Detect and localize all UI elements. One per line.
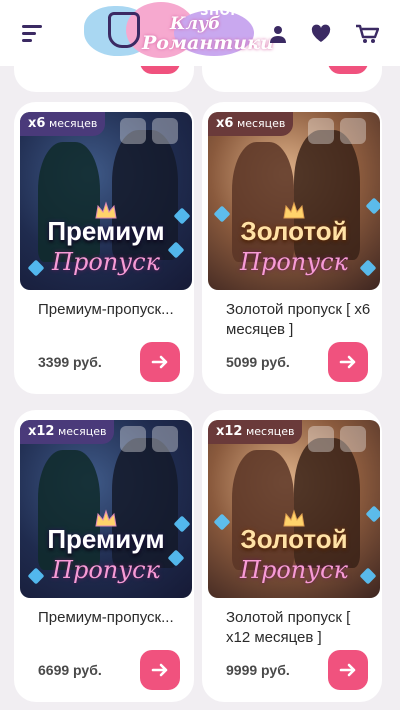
share-button[interactable]: [308, 426, 334, 452]
badge-multiplier: x12: [28, 424, 55, 439]
buy-button[interactable]: [140, 650, 180, 690]
image-subtitle: Пропуск: [52, 248, 160, 276]
product-price: 5099 руб.: [226, 354, 290, 370]
product-name[interactable]: Премиум-пропуск...: [38, 300, 186, 320]
duration-badge: x6 месяцев: [208, 112, 294, 136]
favorite-button[interactable]: [340, 118, 366, 144]
product-card[interactable]: x12 месяцев Золотой Пропуск Золотой проп…: [202, 410, 382, 702]
arrow-right-icon: [151, 663, 168, 677]
image-title: Золотой: [240, 524, 348, 554]
badge-multiplier: x6: [216, 116, 234, 131]
badge-multiplier: x6: [28, 116, 46, 131]
user-icon[interactable]: [268, 24, 288, 44]
product-image[interactable]: x12 месяцев Золотой Пропуск: [208, 420, 380, 598]
product-card[interactable]: x6 месяцев Премиум Пропуск Премиум-пропу…: [14, 102, 194, 394]
buy-button[interactable]: [140, 342, 180, 382]
image-title: Золотой: [240, 216, 348, 246]
share-button[interactable]: [120, 118, 146, 144]
gem-icon: [365, 505, 380, 523]
gem-icon: [365, 197, 380, 215]
product-grid: x6 месяцев Премиум Пропуск Премиум-пропу…: [0, 0, 400, 710]
product-name[interactable]: Золотой пропуск [ x12 месяцев ]: [226, 608, 374, 648]
arrow-right-icon: [339, 355, 356, 369]
image-title: Премиум: [47, 524, 165, 554]
duration-badge: x12 месяцев: [208, 420, 303, 444]
product-image[interactable]: x12 месяцев Премиум Пропуск: [20, 420, 192, 598]
site-logo[interactable]: SHOP Клуб Романтики: [78, 0, 274, 66]
image-subtitle: Пропуск: [240, 248, 348, 276]
image-subtitle: Пропуск: [240, 556, 348, 584]
buy-button[interactable]: [328, 650, 368, 690]
arrow-right-icon: [339, 663, 356, 677]
product-price: 3399 руб.: [38, 354, 102, 370]
favorite-button[interactable]: [152, 118, 178, 144]
duration-badge: x12 месяцев: [20, 420, 115, 444]
product-image[interactable]: x6 месяцев Золотой Пропуск: [208, 112, 380, 290]
menu-icon[interactable]: [22, 25, 44, 43]
product-image[interactable]: x6 месяцев Премиум Пропуск: [20, 112, 192, 290]
product-card[interactable]: x6 месяцев Золотой Пропуск Золотой пропу…: [202, 102, 382, 394]
shopping-bag-icon: [108, 12, 140, 48]
favorite-button[interactable]: [340, 426, 366, 452]
heart-icon[interactable]: [311, 24, 331, 44]
favorite-button[interactable]: [152, 426, 178, 452]
image-subtitle: Пропуск: [52, 556, 160, 584]
product-name[interactable]: Премиум-пропуск...: [38, 608, 186, 628]
product-price: 9999 руб.: [226, 662, 290, 678]
logo-text-line1: Клуб: [170, 14, 221, 34]
badge-unit: месяцев: [245, 425, 295, 438]
badge-multiplier: x12: [216, 424, 243, 439]
cart-icon[interactable]: [355, 24, 379, 44]
arrow-right-icon: [151, 355, 168, 369]
product-card[interactable]: x12 месяцев Премиум Пропуск Премиум-проп…: [14, 410, 194, 702]
logo-text-line2: Романтики: [142, 32, 274, 54]
badge-unit: месяцев: [236, 117, 286, 130]
share-button[interactable]: [120, 426, 146, 452]
duration-badge: x6 месяцев: [20, 112, 106, 136]
badge-unit: месяцев: [48, 117, 98, 130]
product-price: 6699 руб.: [38, 662, 102, 678]
image-title: Премиум: [47, 216, 165, 246]
buy-button[interactable]: [328, 342, 368, 382]
badge-unit: месяцев: [57, 425, 107, 438]
product-name[interactable]: Золотой пропуск [ x6 месяцев ]: [226, 300, 374, 340]
app-header: SHOP Клуб Романтики: [0, 0, 400, 66]
share-button[interactable]: [308, 118, 334, 144]
